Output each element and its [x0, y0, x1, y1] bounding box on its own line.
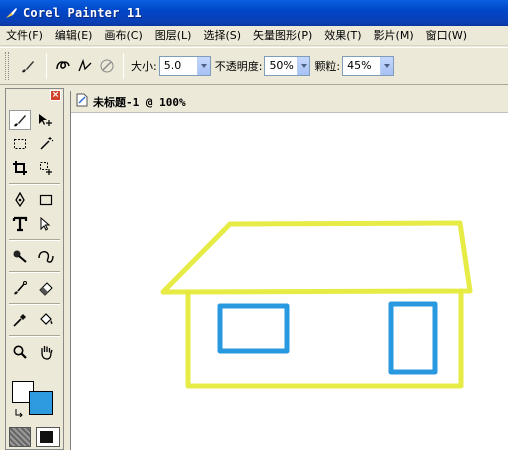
toolbox-separator [9, 239, 60, 241]
cloner-tool-icon[interactable] [9, 246, 31, 266]
size-label: 大小: [131, 60, 157, 73]
eraser-tool-icon[interactable] [35, 278, 57, 298]
toolbox-separator [9, 303, 60, 305]
grain-label: 颗粒: [314, 60, 341, 73]
separator [123, 53, 124, 79]
size-value[interactable]: 5.0 [160, 57, 197, 75]
property-bar: 大小: 5.0 不透明度: 50% 颗粒: 45% [0, 47, 508, 85]
opacity-value[interactable]: 50% [265, 57, 296, 75]
toolbox-separator [9, 335, 60, 337]
drawing-canvas[interactable] [71, 114, 508, 450]
chevron-down-icon[interactable] [196, 57, 210, 75]
freehand-stroke-icon[interactable] [52, 54, 74, 78]
menu-edit[interactable]: 编辑(E) [49, 27, 99, 45]
document-window: 未标题-1 @ 100% [70, 91, 508, 450]
rectangular-selection-tool-icon[interactable] [9, 134, 31, 154]
painter-app-icon [4, 6, 18, 20]
grabber-hand-tool-icon[interactable] [35, 342, 57, 362]
rectangle-shape-tool-icon[interactable] [35, 190, 57, 210]
menu-window[interactable]: 窗口(W) [420, 27, 473, 45]
size-combo[interactable]: 5.0 [158, 56, 211, 76]
chevron-down-icon[interactable] [380, 57, 394, 75]
rubber-stamp-tool-icon[interactable] [35, 246, 57, 266]
crop-tool-icon[interactable] [9, 158, 31, 178]
additional-color-swatch[interactable] [29, 391, 53, 415]
app-title-bar: Corel Painter 11 [0, 0, 508, 26]
document-icon [75, 93, 89, 110]
gradient-selector-icon[interactable] [36, 427, 60, 447]
dodge-tool-icon[interactable] [9, 278, 31, 298]
menu-movie[interactable]: 影片(M) [368, 27, 420, 45]
menu-select[interactable]: 选择(S) [197, 27, 247, 45]
text-tool-icon[interactable] [9, 214, 31, 234]
window-title: Corel Painter 11 [23, 6, 142, 20]
menu-effects[interactable]: 效果(T) [318, 27, 367, 45]
brush-tool-indicator-icon [15, 54, 41, 78]
menu-shapes[interactable]: 矢量图形(P) [247, 27, 318, 45]
grain-combo[interactable]: 45% [342, 56, 395, 76]
menu-bar: 文件(F) 编辑(E) 画布(C) 图层(L) 选择(S) 矢量图形(P) 效果… [0, 26, 508, 46]
pen-tool-icon[interactable] [9, 190, 31, 210]
menu-layers[interactable]: 图层(L) [149, 27, 198, 45]
house-roof-stroke [160, 220, 473, 295]
document-title: 未标题-1 @ 100% [93, 95, 186, 109]
magnifier-tool-icon[interactable] [9, 342, 31, 362]
brush-tool-icon[interactable] [9, 110, 31, 130]
menu-canvas[interactable]: 画布(C) [98, 27, 148, 45]
dropper-tool-icon[interactable] [9, 310, 31, 330]
house-door-stroke [388, 301, 438, 375]
paper-selector-icon[interactable] [9, 427, 31, 447]
chevron-down-icon[interactable] [296, 57, 310, 75]
separator [46, 53, 47, 79]
grain-value[interactable]: 45% [343, 57, 380, 75]
house-window-stroke [217, 303, 290, 354]
transform-tool-icon[interactable] [35, 158, 57, 178]
toolbar-grip[interactable] [5, 52, 9, 80]
toolbox-separator [9, 183, 60, 185]
document-title-bar[interactable]: 未标题-1 @ 100% [71, 91, 508, 113]
opacity-combo[interactable]: 50% [264, 56, 311, 76]
straight-line-stroke-icon[interactable] [74, 54, 96, 78]
layer-adjuster-tool-icon[interactable] [35, 110, 57, 130]
shape-selection-tool-icon[interactable] [35, 214, 57, 234]
menu-file[interactable]: 文件(F) [0, 27, 49, 45]
swap-colors-icon[interactable] [14, 407, 24, 420]
brush-ghost-icon[interactable] [96, 54, 118, 78]
opacity-label: 不透明度: [214, 60, 263, 73]
paint-bucket-tool-icon[interactable] [35, 310, 57, 330]
toolbox-separator [9, 271, 60, 273]
toolbox-panel: × [5, 88, 64, 450]
magic-wand-tool-icon[interactable] [35, 134, 57, 154]
close-icon[interactable]: × [50, 90, 61, 101]
